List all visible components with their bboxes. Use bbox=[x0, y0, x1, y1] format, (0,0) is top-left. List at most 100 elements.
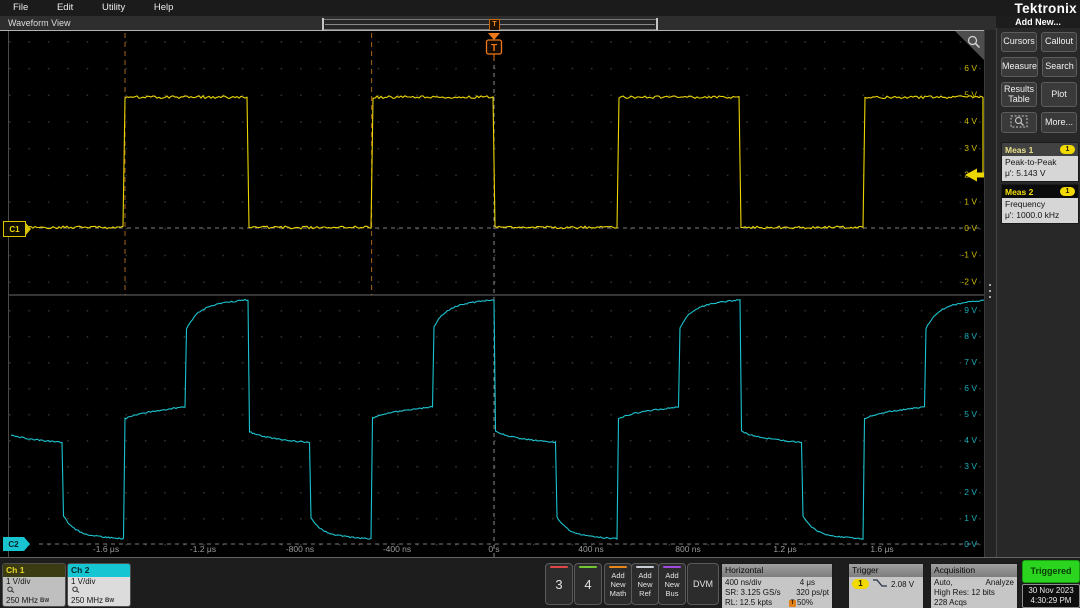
dvm-button[interactable]: DVM bbox=[687, 563, 719, 605]
x-axis-tick: -400 ns bbox=[383, 544, 411, 554]
ch2-y-tick: 1 V bbox=[964, 513, 977, 523]
meas1-source-badge: 1 bbox=[1060, 145, 1075, 154]
graticule-top bbox=[9, 31, 985, 295]
ch1-bandwidth: 250 MHz bbox=[6, 596, 38, 605]
ch1-y-tick: 0 V bbox=[964, 223, 977, 233]
ch1-y-tick: 5 V bbox=[964, 90, 977, 100]
time-label: 4:30:29 PM bbox=[1023, 596, 1079, 606]
svg-text:T: T bbox=[491, 43, 497, 54]
splitter-grip-icon bbox=[989, 284, 991, 286]
oscilloscope-screen: File Edit Utility Help Tektronix Wavefor… bbox=[0, 0, 1080, 608]
ch2-y-tick: 9 V bbox=[964, 305, 977, 315]
acq-mode: Auto, bbox=[934, 578, 953, 588]
acq-analyze: Analyze bbox=[986, 578, 1014, 588]
measurement-badge-2[interactable]: Meas 2 1 Frequency μ': 1000.0 kHz bbox=[1001, 184, 1079, 224]
tab-waveform-view[interactable]: Waveform View bbox=[0, 16, 71, 30]
record-length: RL: 12.5 kpts bbox=[725, 598, 772, 608]
channel1-badge[interactable]: Ch 1 1 V/div 250 MHzBW bbox=[2, 563, 66, 607]
ch2-y-tick: 0 V bbox=[964, 539, 977, 549]
x-axis-tick: 400 ns bbox=[578, 544, 604, 554]
ch2-header: Ch 2 bbox=[68, 564, 130, 577]
results-table-button[interactable]: Results Table bbox=[1001, 82, 1037, 107]
ch1-scale: 1 V/div bbox=[6, 577, 62, 586]
menu-edit[interactable]: Edit bbox=[44, 0, 86, 13]
math-color-stripe bbox=[609, 566, 627, 568]
ch3-label: 3 bbox=[546, 577, 572, 592]
x-axis-tick: 1.6 μs bbox=[870, 544, 893, 554]
ch2-y-tick: 7 V bbox=[964, 357, 977, 367]
menu-bar: File Edit Utility Help bbox=[0, 0, 1080, 16]
ch2-y-tick: 5 V bbox=[964, 409, 977, 419]
horizontal-overview-bar[interactable]: T bbox=[322, 19, 658, 30]
trigger-level: 2.08 V bbox=[891, 580, 914, 590]
ch1-y-tick: 4 V bbox=[964, 116, 977, 126]
meas1-title: Meas 1 bbox=[1005, 145, 1033, 155]
measurement-badge-1[interactable]: Meas 1 1 Peak-to-Peak μ': 5.143 V bbox=[1001, 142, 1079, 182]
trigger-source-badge: 1 bbox=[852, 579, 869, 589]
channel1-reference-tag[interactable]: C1 bbox=[3, 221, 26, 237]
channel2-badge[interactable]: Ch 2 1 V/div 250 MHzBW bbox=[67, 563, 131, 607]
trigger-status-badge: Triggered bbox=[1022, 560, 1080, 583]
zoom-select-icon bbox=[1010, 115, 1028, 131]
add-new-bus-button[interactable]: Add New Bus bbox=[658, 563, 686, 605]
ch2-y-tick: 4 V bbox=[964, 435, 977, 445]
add-new-label: Add New... bbox=[996, 17, 1080, 27]
date-label: 30 Nov 2023 bbox=[1023, 586, 1079, 596]
acquisition-panel[interactable]: Acquisition Auto, Analyze High Res: 12 bi… bbox=[930, 563, 1018, 607]
ref-color-stripe bbox=[636, 566, 654, 568]
trigger-position-icon: T bbox=[789, 600, 796, 607]
ch3-color-stripe bbox=[550, 566, 568, 568]
tektronix-logo: Tektronix bbox=[987, 1, 1077, 16]
ch2-y-tick: 8 V bbox=[964, 331, 977, 341]
cursors-button[interactable]: Cursors bbox=[1001, 32, 1037, 52]
add-math-label: Add New Math bbox=[605, 571, 631, 598]
ch2-y-tick: 6 V bbox=[964, 383, 977, 393]
ch4-color-stripe bbox=[579, 566, 597, 568]
x-axis-tick: 0 s bbox=[488, 544, 499, 554]
acq-detail: High Res: 12 bits bbox=[934, 588, 1014, 598]
horizontal-window: 4 μs bbox=[800, 578, 815, 588]
measure-button[interactable]: Measure bbox=[1001, 57, 1038, 77]
x-axis-tick: 800 ns bbox=[675, 544, 701, 554]
add-new-math-button[interactable]: Add New Math bbox=[604, 563, 632, 605]
ch2-y-tick: 2 V bbox=[964, 487, 977, 497]
channel2-reference-tag[interactable]: C2 bbox=[3, 537, 24, 551]
datetime-display: 30 Nov 2023 4:30:29 PM bbox=[1022, 584, 1080, 608]
search-button[interactable]: Search bbox=[1042, 57, 1077, 77]
bandwidth-limit-icon: BW bbox=[40, 598, 49, 604]
acq-count: 228 Acqs bbox=[934, 598, 1014, 608]
trigger-title: Trigger bbox=[849, 564, 923, 577]
menu-help[interactable]: Help bbox=[141, 0, 187, 13]
callout-button[interactable]: Callout bbox=[1041, 32, 1077, 52]
plot-button[interactable]: Plot bbox=[1041, 82, 1077, 107]
horizontal-panel[interactable]: Horizontal 400 ns/div4 μs SR: 3.125 GS/s… bbox=[721, 563, 833, 607]
meas2-value: μ': 1000.0 kHz bbox=[1005, 210, 1075, 221]
meas1-name: Peak-to-Peak bbox=[1005, 157, 1075, 168]
falling-edge-icon bbox=[872, 578, 888, 591]
x-axis-tick: -800 ns bbox=[286, 544, 314, 554]
acquisition-title: Acquisition bbox=[931, 564, 1017, 577]
channel4-button[interactable]: 4 bbox=[574, 563, 602, 605]
ch1-header: Ch 1 bbox=[3, 564, 65, 577]
probe-icon bbox=[6, 586, 62, 595]
ch1-y-tick: 1 V bbox=[964, 196, 977, 206]
graticule-bottom bbox=[9, 295, 985, 557]
bus-color-stripe bbox=[663, 566, 681, 568]
more-button[interactable]: More... bbox=[1041, 112, 1077, 133]
menu-file[interactable]: File bbox=[0, 0, 41, 13]
ch1-y-tick: 3 V bbox=[964, 143, 977, 153]
add-new-ref-button[interactable]: Add New Ref bbox=[631, 563, 659, 605]
x-axis-tick: -1.2 μs bbox=[190, 544, 216, 554]
ch2-y-tick: 3 V bbox=[964, 461, 977, 471]
waveform-view-area[interactable]: 6 V5 V4 V3 V2 V1 V0 V-1 V-2 V9 V8 V7 V6 … bbox=[0, 30, 984, 558]
x-axis-tick: -1.6 μs bbox=[93, 544, 119, 554]
menu-utility[interactable]: Utility bbox=[89, 0, 138, 13]
ch2-scale: 1 V/div bbox=[71, 577, 127, 586]
meas2-source-badge: 1 bbox=[1060, 187, 1075, 196]
add-bus-label: Add New Bus bbox=[659, 571, 685, 598]
zoom-mode-button[interactable] bbox=[1001, 112, 1037, 133]
horizontal-scale: 400 ns/div bbox=[725, 578, 761, 588]
waveform-plot[interactable]: 6 V5 V4 V3 V2 V1 V0 V-1 V-2 V9 V8 V7 V6 … bbox=[8, 31, 985, 557]
channel3-button[interactable]: 3 bbox=[545, 563, 573, 605]
trigger-panel[interactable]: Trigger 1 2.08 V bbox=[848, 563, 924, 607]
